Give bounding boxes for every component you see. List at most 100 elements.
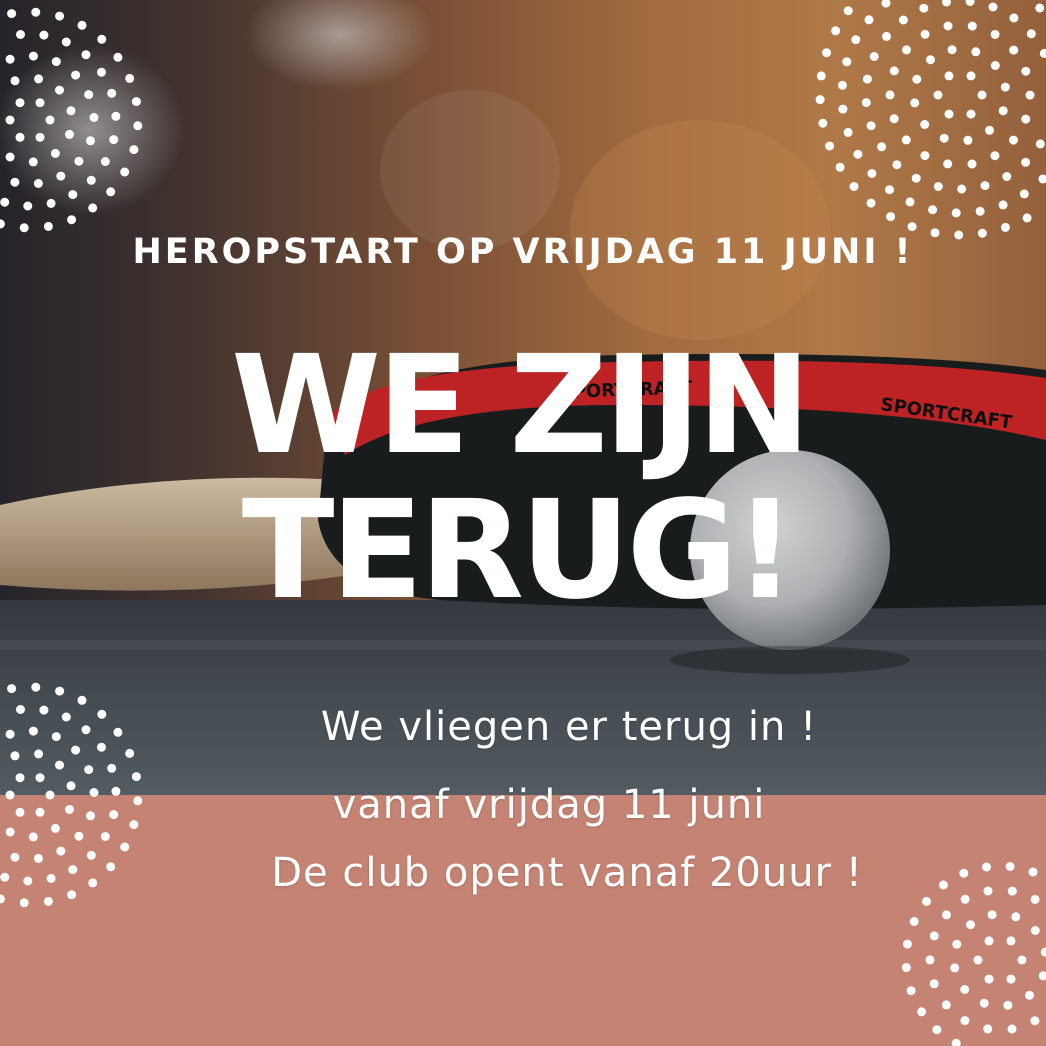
dot — [966, 71, 976, 81]
dot — [81, 50, 91, 60]
dot — [928, 205, 938, 215]
dot — [984, 974, 994, 984]
dot — [849, 182, 859, 191]
dot — [910, 98, 920, 108]
dot — [843, 6, 853, 16]
dot — [106, 187, 116, 197]
dot — [1021, 66, 1031, 76]
dot — [902, 45, 911, 55]
dot — [35, 773, 45, 783]
dot — [882, 31, 891, 41]
dot — [929, 931, 939, 941]
dot — [66, 106, 76, 116]
dot — [5, 790, 15, 800]
dot — [901, 963, 911, 973]
dot — [1002, 172, 1012, 181]
dot — [920, 29, 930, 39]
dot — [1035, 139, 1045, 149]
dot — [944, 109, 954, 119]
dot — [45, 115, 55, 125]
dot — [31, 7, 41, 17]
dot — [1017, 955, 1027, 965]
dot — [990, 151, 1000, 161]
dot — [125, 73, 135, 83]
dot — [939, 133, 949, 143]
dot — [942, 910, 951, 920]
dot — [901, 135, 911, 145]
dot — [1021, 157, 1031, 167]
dot — [942, 0, 951, 7]
dot — [973, 955, 983, 965]
dot — [5, 729, 15, 739]
dot — [15, 132, 25, 142]
dot — [922, 896, 931, 906]
dot — [980, 181, 990, 191]
dot — [7, 9, 17, 19]
dot — [861, 98, 871, 108]
dot — [866, 121, 876, 131]
dot — [43, 896, 53, 906]
dot-cluster-top-right — [815, 0, 1046, 240]
dot — [10, 751, 20, 761]
dot — [0, 872, 10, 882]
dot — [983, 1024, 993, 1034]
dot — [35, 98, 45, 108]
dot — [985, 125, 994, 135]
dot — [50, 148, 60, 158]
body-line-1: We vliegen er terug in ! — [320, 704, 818, 750]
dot — [86, 136, 95, 146]
dot — [920, 151, 930, 161]
dot — [1019, 189, 1029, 199]
dot — [920, 120, 930, 129]
dot — [23, 201, 33, 211]
dot — [951, 1038, 961, 1046]
dot — [917, 1007, 927, 1017]
subheading: HEROPSTART OP VRIJDAG 11 JUNI ! — [132, 232, 914, 272]
dot — [892, 160, 902, 170]
dot — [822, 48, 831, 58]
dot — [919, 3, 929, 13]
dot — [902, 939, 912, 949]
dot — [19, 223, 29, 233]
dot — [998, 200, 1008, 210]
dot — [1040, 947, 1046, 957]
dot — [46, 198, 56, 208]
dot — [10, 852, 20, 862]
dot — [131, 772, 141, 782]
dot — [51, 57, 61, 67]
dot — [825, 141, 835, 151]
dot — [107, 88, 117, 98]
dot — [1030, 926, 1040, 935]
dot — [28, 726, 38, 736]
dot — [988, 2, 998, 12]
dot — [966, 920, 975, 930]
dot — [28, 51, 38, 61]
dot — [1038, 174, 1046, 184]
dot — [912, 74, 922, 84]
dot — [35, 132, 45, 142]
dot — [7, 684, 17, 694]
dot — [131, 97, 141, 107]
dot — [816, 71, 826, 81]
dot — [906, 986, 916, 996]
dot — [5, 152, 15, 162]
dot — [55, 11, 65, 21]
dot-cluster-top-left — [0, 7, 143, 233]
dot — [877, 142, 887, 152]
dot — [944, 71, 954, 81]
dot — [1025, 990, 1034, 1000]
dot — [1026, 29, 1036, 39]
dot — [16, 30, 25, 39]
dot — [933, 90, 943, 100]
dot — [113, 52, 123, 62]
dot — [1038, 971, 1046, 981]
dot — [886, 212, 896, 222]
dot — [23, 876, 33, 886]
body-line-3: De club opent vanaf 20uur ! — [271, 850, 863, 896]
dot — [1009, 13, 1019, 23]
dot — [1035, 3, 1045, 13]
dot — [1022, 213, 1032, 223]
dot — [28, 832, 38, 842]
dot — [851, 35, 861, 45]
dot — [960, 1016, 970, 1026]
